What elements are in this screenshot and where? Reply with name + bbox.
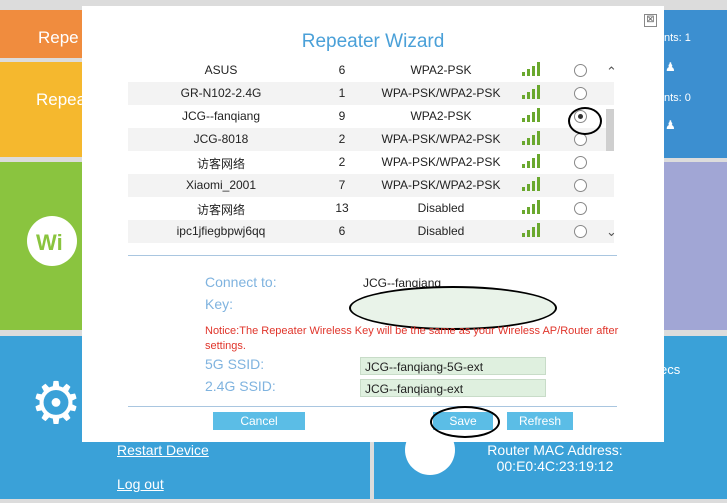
network-security: WPA2-PSK bbox=[410, 63, 472, 77]
restart-device-link[interactable]: Restart Device bbox=[117, 442, 209, 458]
network-row[interactable]: 访客网络 13 Disabled bbox=[128, 197, 614, 220]
network-security: WPA-PSK/WPA2-PSK bbox=[381, 132, 501, 146]
tile-yellow-label: Repea bbox=[36, 90, 87, 109]
network-channel: 2 bbox=[338, 155, 346, 169]
repeater-wizard-dialog: ⊠ Repeater Wizard ASUS 6 WPA2-PSK GR-N102-2… bbox=[82, 6, 664, 442]
network-radio[interactable] bbox=[574, 87, 587, 100]
network-row[interactable]: 访客网络 2 WPA-PSK/WPA2-PSK bbox=[128, 151, 614, 174]
network-ssid: JCG-8018 bbox=[193, 132, 249, 146]
network-ssid: JCG--fanqiang bbox=[181, 109, 261, 123]
divider bbox=[128, 255, 617, 256]
network-channel: 1 bbox=[338, 86, 346, 100]
network-ssid: 访客网络 bbox=[196, 157, 245, 171]
gear-icon: ⚙ bbox=[30, 371, 82, 436]
cancel-button[interactable]: Cancel bbox=[213, 412, 305, 430]
network-row[interactable]: GR-N102-2.4G 1 WPA-PSK/WPA2-PSK bbox=[128, 82, 614, 105]
signal-strength-icon bbox=[522, 62, 542, 79]
ssid24g-label: 2.4G SSID: bbox=[205, 378, 276, 394]
ssid24g-field[interactable]: JCG--fanqiang-ext bbox=[360, 379, 546, 397]
save-highlight-ring bbox=[430, 406, 500, 438]
network-radio[interactable] bbox=[574, 156, 587, 169]
network-radio[interactable] bbox=[574, 64, 587, 77]
network-channel: 7 bbox=[338, 178, 346, 192]
clients-count-b: nts: 0 bbox=[664, 92, 691, 104]
signal-strength-icon bbox=[522, 131, 542, 148]
divider bbox=[128, 406, 617, 407]
network-security: WPA-PSK/WPA2-PSK bbox=[381, 86, 501, 100]
notice-text: Notice:The Repeater Wireless Key will be… bbox=[205, 325, 619, 352]
scroll-down-icon[interactable]: ⌄ bbox=[606, 224, 617, 240]
connect-to-label: Connect to: bbox=[205, 274, 277, 290]
wifi-logo-text-icon: Wi bbox=[36, 230, 63, 255]
signal-strength-icon bbox=[522, 177, 542, 194]
logout-link[interactable]: Log out bbox=[117, 476, 164, 492]
network-list: ASUS 6 WPA2-PSK GR-N102-2.4G 1 WPA-PSK/WPA2-P… bbox=[128, 44, 614, 249]
signal-strength-icon bbox=[522, 200, 542, 217]
network-ssid: ASUS bbox=[204, 63, 238, 77]
network-row[interactable]: ipc1jfiegbpwj6qq 6 Disabled bbox=[128, 220, 614, 243]
network-channel: 6 bbox=[338, 224, 346, 238]
network-ssid: 访客网络 bbox=[196, 203, 245, 217]
network-security: Disabled bbox=[417, 224, 465, 238]
network-security: WPA2-PSK bbox=[410, 109, 472, 123]
scrollbar-thumb[interactable] bbox=[606, 109, 614, 151]
signal-strength-icon bbox=[522, 108, 542, 125]
network-radio[interactable] bbox=[574, 202, 587, 215]
refresh-button[interactable]: Refresh bbox=[507, 412, 573, 430]
key-label: Key: bbox=[205, 296, 234, 312]
person-icon: ♟ bbox=[665, 60, 676, 74]
signal-strength-icon bbox=[522, 85, 542, 102]
network-channel: 9 bbox=[338, 109, 346, 123]
person-icon: ♟ bbox=[665, 118, 676, 132]
network-row[interactable]: JCG-8018 2 WPA-PSK/WPA2-PSK bbox=[128, 128, 614, 151]
tile-orange-label: Repe bbox=[38, 28, 79, 47]
scroll-up-icon[interactable]: ⌃ bbox=[606, 64, 617, 80]
router-mac-value: 00:E0:4C:23:19:12 bbox=[496, 458, 614, 474]
ssid5g-label: 5G SSID: bbox=[205, 356, 265, 372]
signal-strength-icon bbox=[522, 223, 542, 240]
network-row[interactable]: Xiaomi_2001 7 WPA-PSK/WPA2-PSK bbox=[128, 174, 614, 197]
network-radio[interactable] bbox=[574, 225, 587, 238]
router-mac-label: Router MAC Address: bbox=[487, 442, 623, 458]
network-ssid: Xiaomi_2001 bbox=[185, 178, 257, 192]
close-icon[interactable]: ⊠ bbox=[644, 14, 657, 27]
network-ssid: GR-N102-2.4G bbox=[180, 86, 262, 100]
network-row[interactable]: ASUS 6 WPA2-PSK bbox=[128, 59, 614, 82]
network-channel: 6 bbox=[338, 63, 346, 77]
selection-highlight-ring bbox=[568, 107, 602, 135]
network-security: WPA-PSK/WPA2-PSK bbox=[381, 155, 501, 169]
network-security: Disabled bbox=[417, 201, 465, 215]
network-channel: 2 bbox=[338, 132, 346, 146]
network-channel: 13 bbox=[335, 201, 349, 215]
network-radio[interactable] bbox=[574, 179, 587, 192]
clients-count-a: nts: 1 bbox=[664, 32, 691, 44]
network-row[interactable]: JCG--fanqiang 9 WPA2-PSK bbox=[128, 105, 614, 128]
network-ssid: ipc1jfiegbpwj6qq bbox=[176, 224, 266, 238]
signal-strength-icon bbox=[522, 154, 542, 171]
network-security: WPA-PSK/WPA2-PSK bbox=[381, 178, 501, 192]
ssid5g-field[interactable]: JCG--fanqiang-5G-ext bbox=[360, 357, 546, 375]
